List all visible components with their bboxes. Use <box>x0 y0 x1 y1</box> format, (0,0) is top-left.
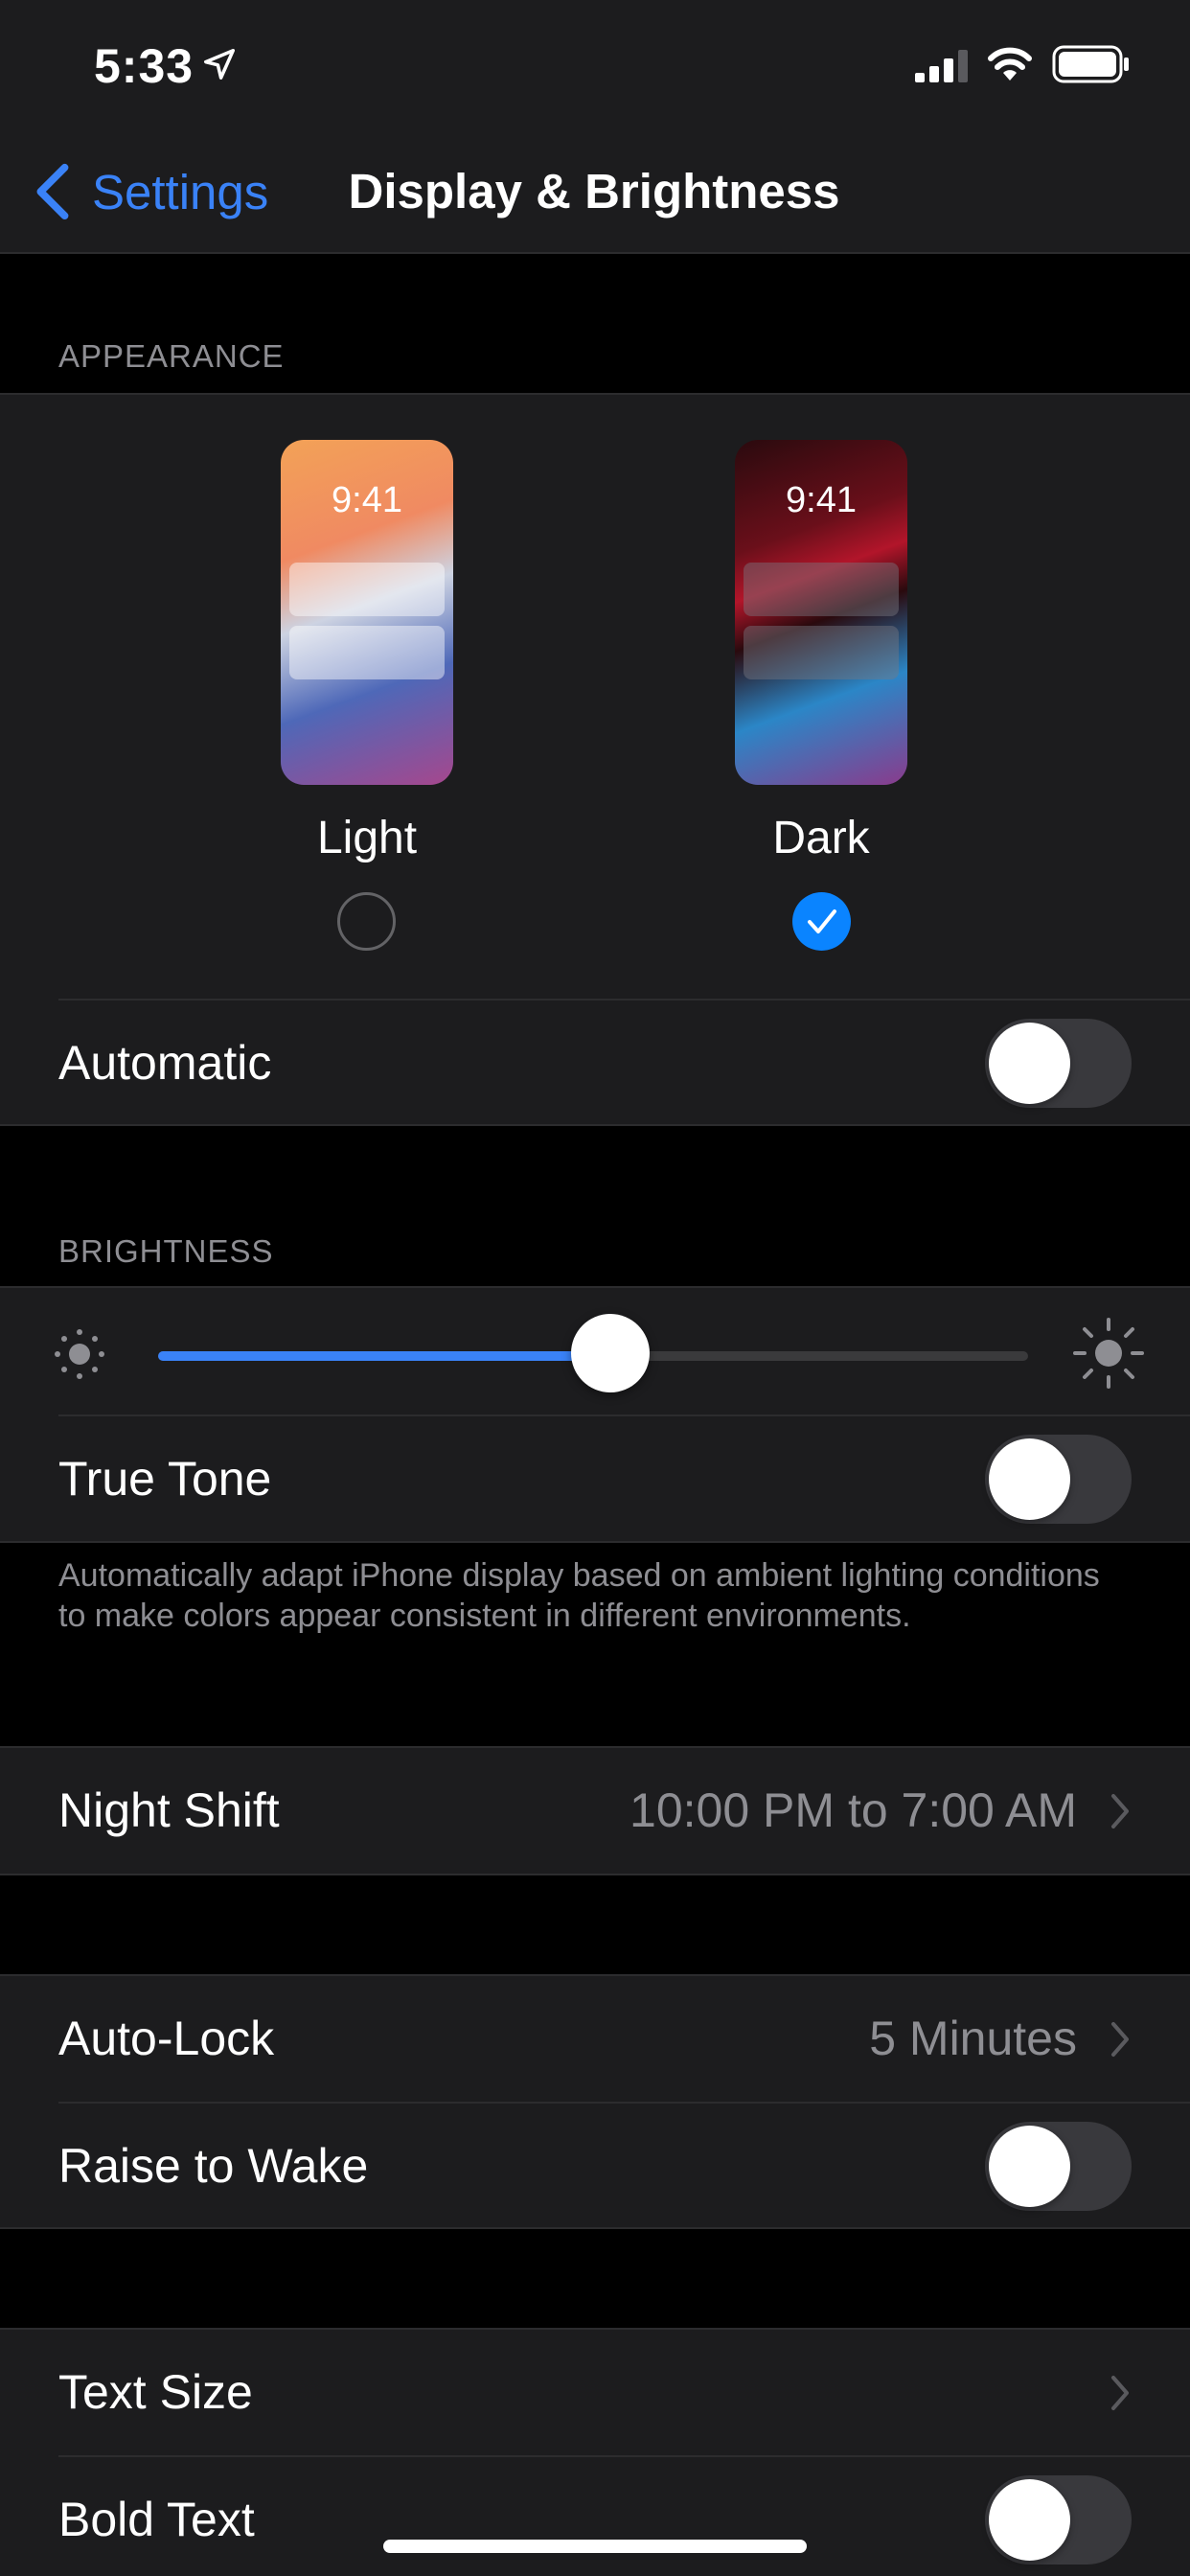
sun-small-icon <box>55 1329 104 1379</box>
dark-mode-label: Dark <box>772 813 870 863</box>
sun-large-icon <box>1073 1318 1144 1389</box>
text-size-label: Text Size <box>58 2365 253 2419</box>
text-size-row[interactable]: Text Size <box>0 2330 1190 2455</box>
brightness-slider-thumb[interactable] <box>571 1314 651 1392</box>
toggle-knob <box>989 2479 1070 2561</box>
cellular-signal-icon <box>915 50 968 82</box>
raise-to-wake-label: Raise to Wake <box>58 2139 369 2193</box>
brightness-slider-fill <box>158 1351 611 1361</box>
night-shift-label: Night Shift <box>58 1783 280 1837</box>
battery-icon <box>1052 45 1129 83</box>
chevron-right-icon <box>1111 1794 1129 1828</box>
chevron-right-icon <box>1111 2022 1129 2057</box>
automatic-row: Automatic <box>0 1000 1190 1126</box>
raise-to-wake-row: Raise to Wake <box>0 2104 1190 2229</box>
auto-lock-label: Auto-Lock <box>58 2012 275 2065</box>
brightness-header: BRIGHTNESS <box>58 1233 274 1269</box>
light-preview-card <box>289 563 445 616</box>
automatic-label: Automatic <box>58 1036 272 1090</box>
toggle-knob <box>989 2126 1070 2207</box>
true-tone-label: True Tone <box>58 1452 272 1506</box>
lock-group: Auto-Lock 5 Minutes Raise to Wake <box>0 1974 1190 2229</box>
night-shift-group: Night Shift 10:00 PM to 7:00 AM <box>0 1746 1190 1875</box>
light-mode-radio[interactable] <box>337 892 396 951</box>
wifi-icon <box>988 47 1032 80</box>
home-indicator[interactable] <box>383 2540 807 2553</box>
checkmark-icon <box>808 909 836 933</box>
bold-text-label: Bold Text <box>58 2493 255 2546</box>
night-shift-row[interactable]: Night Shift 10:00 PM to 7:00 AM <box>0 1748 1190 1874</box>
page-title: Display & Brightness <box>348 164 840 218</box>
status-time: 5:33 <box>94 39 195 93</box>
true-tone-footnote: Automatically adapt iPhone display based… <box>58 1557 1100 1634</box>
light-mode-preview[interactable]: 9:41 <box>281 440 453 785</box>
dark-mode-preview[interactable]: 9:41 <box>735 440 907 785</box>
dark-mode-radio[interactable] <box>792 892 851 951</box>
true-tone-row: True Tone <box>0 1416 1190 1542</box>
automatic-toggle[interactable] <box>985 1019 1132 1108</box>
status-bar: 5:33 <box>0 0 1190 129</box>
appearance-header: APPEARANCE <box>58 338 285 374</box>
auto-lock-row[interactable]: Auto-Lock 5 Minutes <box>0 1976 1190 2102</box>
dark-preview-card <box>744 626 899 679</box>
true-tone-toggle[interactable] <box>985 1435 1132 1524</box>
light-preview-time: 9:41 <box>332 480 402 520</box>
navigation-bar: Settings Display & Brightness <box>0 129 1190 254</box>
dark-preview-time: 9:41 <box>786 480 857 520</box>
light-preview-card <box>289 626 445 679</box>
location-arrow-icon <box>204 49 235 80</box>
night-shift-value: 10:00 PM to 7:00 AM <box>629 1783 1077 1837</box>
bold-text-row: Bold Text <box>0 2457 1190 2576</box>
light-mode-label: Light <box>316 813 418 863</box>
raise-to-wake-toggle[interactable] <box>985 2122 1132 2211</box>
chevron-right-icon <box>1111 2376 1129 2410</box>
dark-preview-card <box>744 563 899 616</box>
toggle-knob <box>989 1438 1070 1520</box>
auto-lock-value: 5 Minutes <box>869 2012 1077 2065</box>
toggle-knob <box>989 1023 1070 1104</box>
appearance-group: 9:41 Light 9:41 Dark Automatic <box>0 393 1190 1126</box>
bold-text-toggle[interactable] <box>985 2475 1132 2564</box>
